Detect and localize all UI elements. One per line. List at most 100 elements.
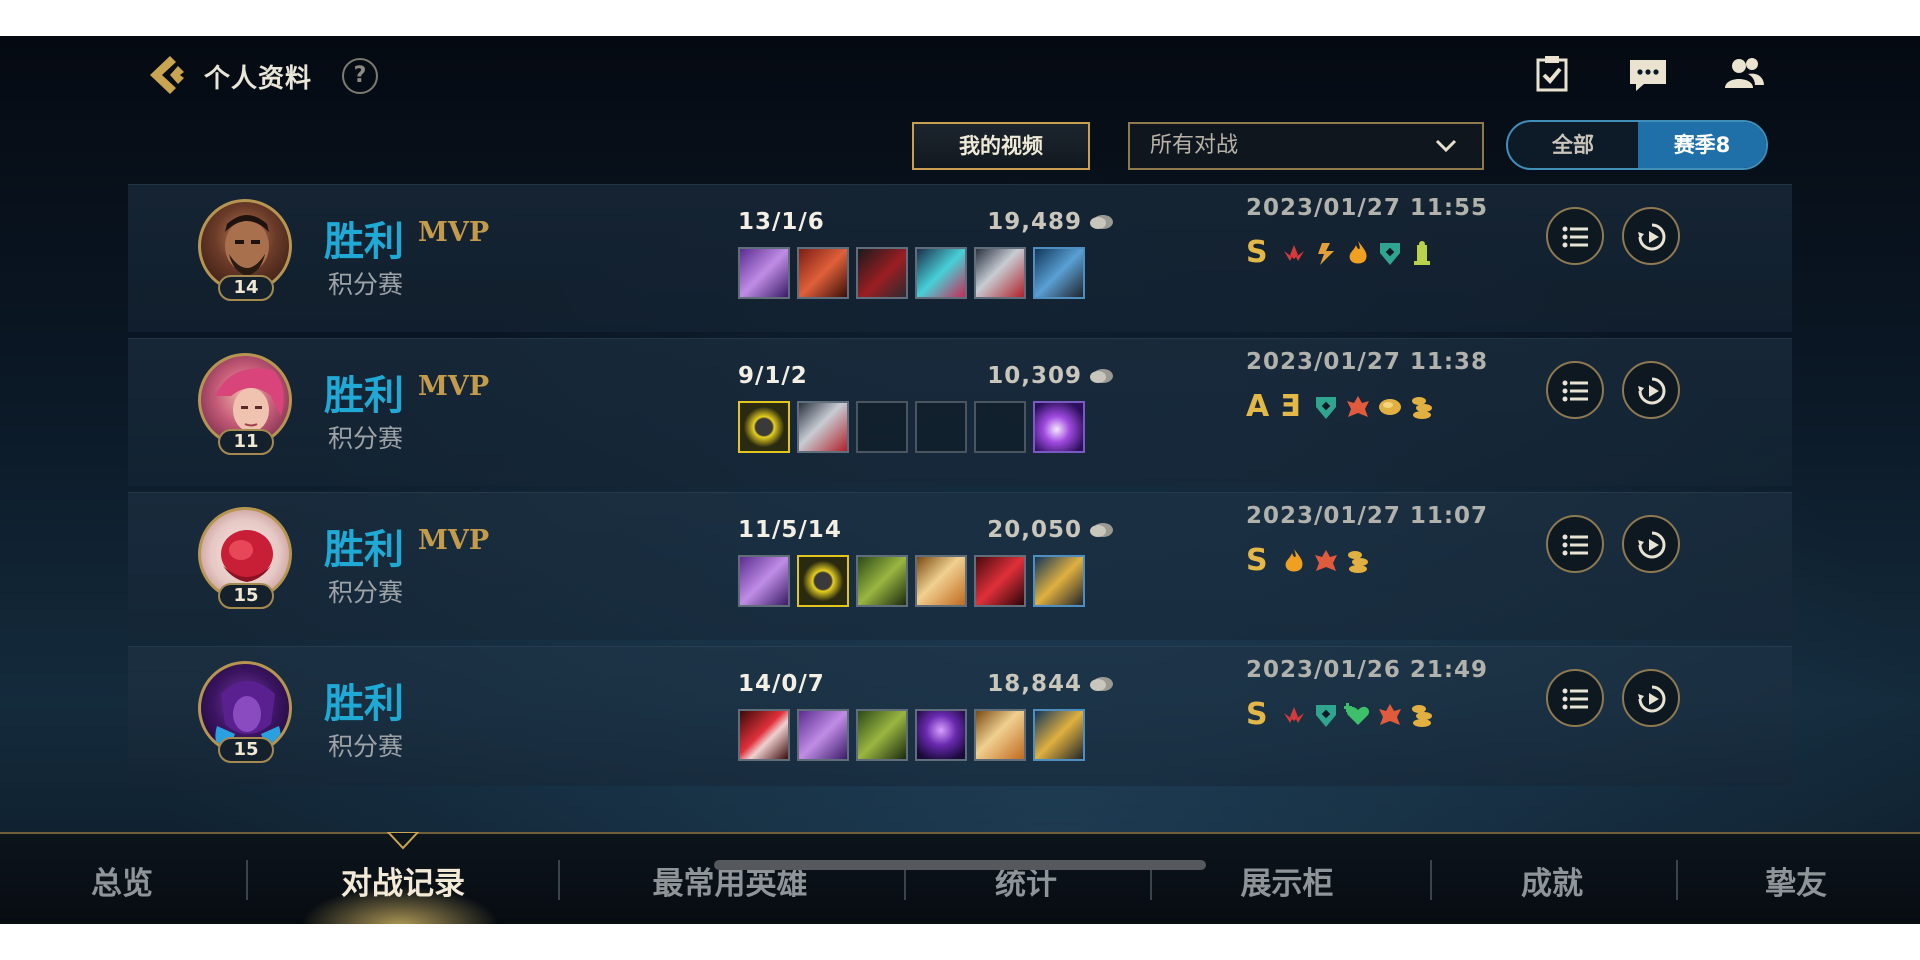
match-row[interactable]: 11 胜利 MVP 积分赛 9/1/2 10,309 2023/01/27 11…: [128, 338, 1792, 486]
replay-icon: [1638, 377, 1666, 405]
replay-button[interactable]: [1622, 515, 1680, 573]
season-all-option[interactable]: 全部: [1508, 122, 1638, 168]
match-datetime: 2023/01/27 11:55: [1246, 195, 1489, 221]
gold-earned: 10,309: [987, 363, 1082, 389]
tab-best-friends[interactable]: 挚友: [1736, 858, 1856, 902]
replay-icon: [1638, 685, 1666, 713]
list-icon: [1562, 226, 1588, 248]
replay-button[interactable]: [1622, 207, 1680, 265]
item-slot[interactable]: [797, 247, 849, 299]
item-slot[interactable]: [738, 247, 790, 299]
mvp-label: MVP: [418, 371, 490, 402]
item-slot[interactable]: [1033, 709, 1085, 761]
crest-badge-icon: [1315, 550, 1337, 571]
friends-icon[interactable]: [1722, 54, 1766, 94]
game-mode: 积分赛: [328, 270, 404, 299]
coin-badge-icon: [1379, 399, 1401, 415]
match-details-button[interactable]: [1546, 361, 1604, 419]
crest-badge-icon: [1379, 704, 1401, 725]
item-slot[interactable]: [974, 709, 1026, 761]
item-slot[interactable]: [1033, 555, 1085, 607]
flame-badge-icon: [1349, 241, 1367, 264]
match-type-select[interactable]: 所有对战: [1128, 122, 1484, 170]
game-mode: 积分赛: [328, 424, 404, 453]
task-icon[interactable]: [1530, 54, 1574, 94]
grade-badge: A: [1246, 389, 1270, 424]
home-indicator[interactable]: [714, 860, 1206, 870]
item-slot[interactable]: [915, 247, 967, 299]
gold-earned: 18,844: [987, 671, 1082, 697]
match-details-button[interactable]: [1546, 669, 1604, 727]
gold-coin-icon: [1090, 369, 1113, 383]
coin-stack-badge-icon: [1412, 705, 1432, 727]
item-slot[interactable]: [974, 555, 1026, 607]
item-slot[interactable]: [856, 247, 908, 299]
game-mode: 积分赛: [328, 578, 404, 607]
tab-match-history[interactable]: 对战记录: [318, 858, 488, 902]
replay-button[interactable]: [1622, 669, 1680, 727]
item-slot[interactable]: [1033, 401, 1085, 453]
heal-heart-badge-icon: [1344, 703, 1370, 725]
replay-icon: [1638, 223, 1666, 251]
chat-icon[interactable]: [1626, 54, 1670, 94]
gold-coin-icon: [1090, 215, 1113, 229]
tab-showcase[interactable]: 展示柜: [1212, 858, 1362, 902]
grade-badge: S: [1246, 235, 1268, 270]
shield-badge-icon: [1316, 705, 1336, 727]
season-8-option[interactable]: 赛季8: [1638, 122, 1766, 168]
match-details-button[interactable]: [1546, 515, 1604, 573]
item-slot[interactable]: [738, 709, 790, 761]
mvp-label: MVP: [418, 525, 490, 556]
list-icon: [1562, 688, 1588, 710]
item-slot[interactable]: [856, 709, 908, 761]
list-icon: [1562, 380, 1588, 402]
empty-item-slot[interactable]: [856, 401, 908, 453]
match-result: 胜利: [324, 219, 404, 265]
tab-divider: [1676, 860, 1678, 900]
item-slot[interactable]: [797, 401, 849, 453]
match-details-button[interactable]: [1546, 207, 1604, 265]
item-slot[interactable]: [915, 709, 967, 761]
season-toggle: 全部 赛季8: [1506, 120, 1768, 170]
item-slot[interactable]: [1033, 247, 1085, 299]
back-arrow-icon[interactable]: [146, 52, 192, 98]
match-datetime: 2023/01/27 11:38: [1246, 349, 1489, 375]
profile-screen: 个人资料 ? 我的视频 所有对战 全部 赛季8 14 胜利 MVP 积分赛 13…: [0, 36, 1920, 924]
kda: 9/1/2: [738, 363, 808, 389]
active-tab-pointer-icon: [386, 832, 420, 850]
kda: 14/0/7: [738, 671, 825, 697]
coin-stack-badge-icon: [1412, 397, 1432, 419]
help-icon[interactable]: ?: [342, 58, 378, 94]
item-slot[interactable]: [797, 555, 849, 607]
item-slot[interactable]: [856, 555, 908, 607]
match-datetime: 2023/01/26 21:49: [1246, 657, 1489, 683]
my-videos-button[interactable]: 我的视频: [912, 122, 1090, 170]
tab-overview[interactable]: 总览: [62, 858, 182, 902]
chevron-down-icon: [1435, 139, 1457, 153]
tab-achievements[interactable]: 成就: [1492, 858, 1612, 902]
gold-coin-icon: [1090, 523, 1113, 537]
kda: 11/5/14: [738, 517, 842, 543]
grade-badge: S: [1246, 543, 1268, 578]
tab-divider: [558, 860, 560, 900]
match-row[interactable]: 14 胜利 MVP 积分赛 13/1/6 19,489 2023/01/27 1…: [128, 184, 1792, 332]
item-slot[interactable]: [974, 247, 1026, 299]
mvp-label: MVP: [418, 217, 490, 248]
item-slot[interactable]: [738, 555, 790, 607]
replay-button[interactable]: [1622, 361, 1680, 419]
match-row[interactable]: 15 胜利 积分赛 14/0/7 18,844 2023/01/26 21:49…: [128, 646, 1792, 786]
champion-level: 11: [218, 429, 274, 455]
gold-earned: 20,050: [987, 517, 1082, 543]
empty-item-slot[interactable]: [974, 401, 1026, 453]
match-row[interactable]: 15 胜利 MVP 积分赛 11/5/14 20,050 2023/01/27 …: [128, 492, 1792, 640]
item-slot[interactable]: [738, 401, 790, 453]
item-slot[interactable]: [915, 555, 967, 607]
coin-stack-badge-icon: [1348, 551, 1368, 573]
crest-badge-icon: [1347, 396, 1369, 417]
page-title: 个人资料: [204, 64, 313, 94]
kda: 13/1/6: [738, 209, 825, 235]
item-slot[interactable]: [797, 709, 849, 761]
empty-item-slot[interactable]: [915, 401, 967, 453]
lotus-badge-icon: [1284, 245, 1304, 261]
gold-coin-icon: [1090, 677, 1113, 691]
